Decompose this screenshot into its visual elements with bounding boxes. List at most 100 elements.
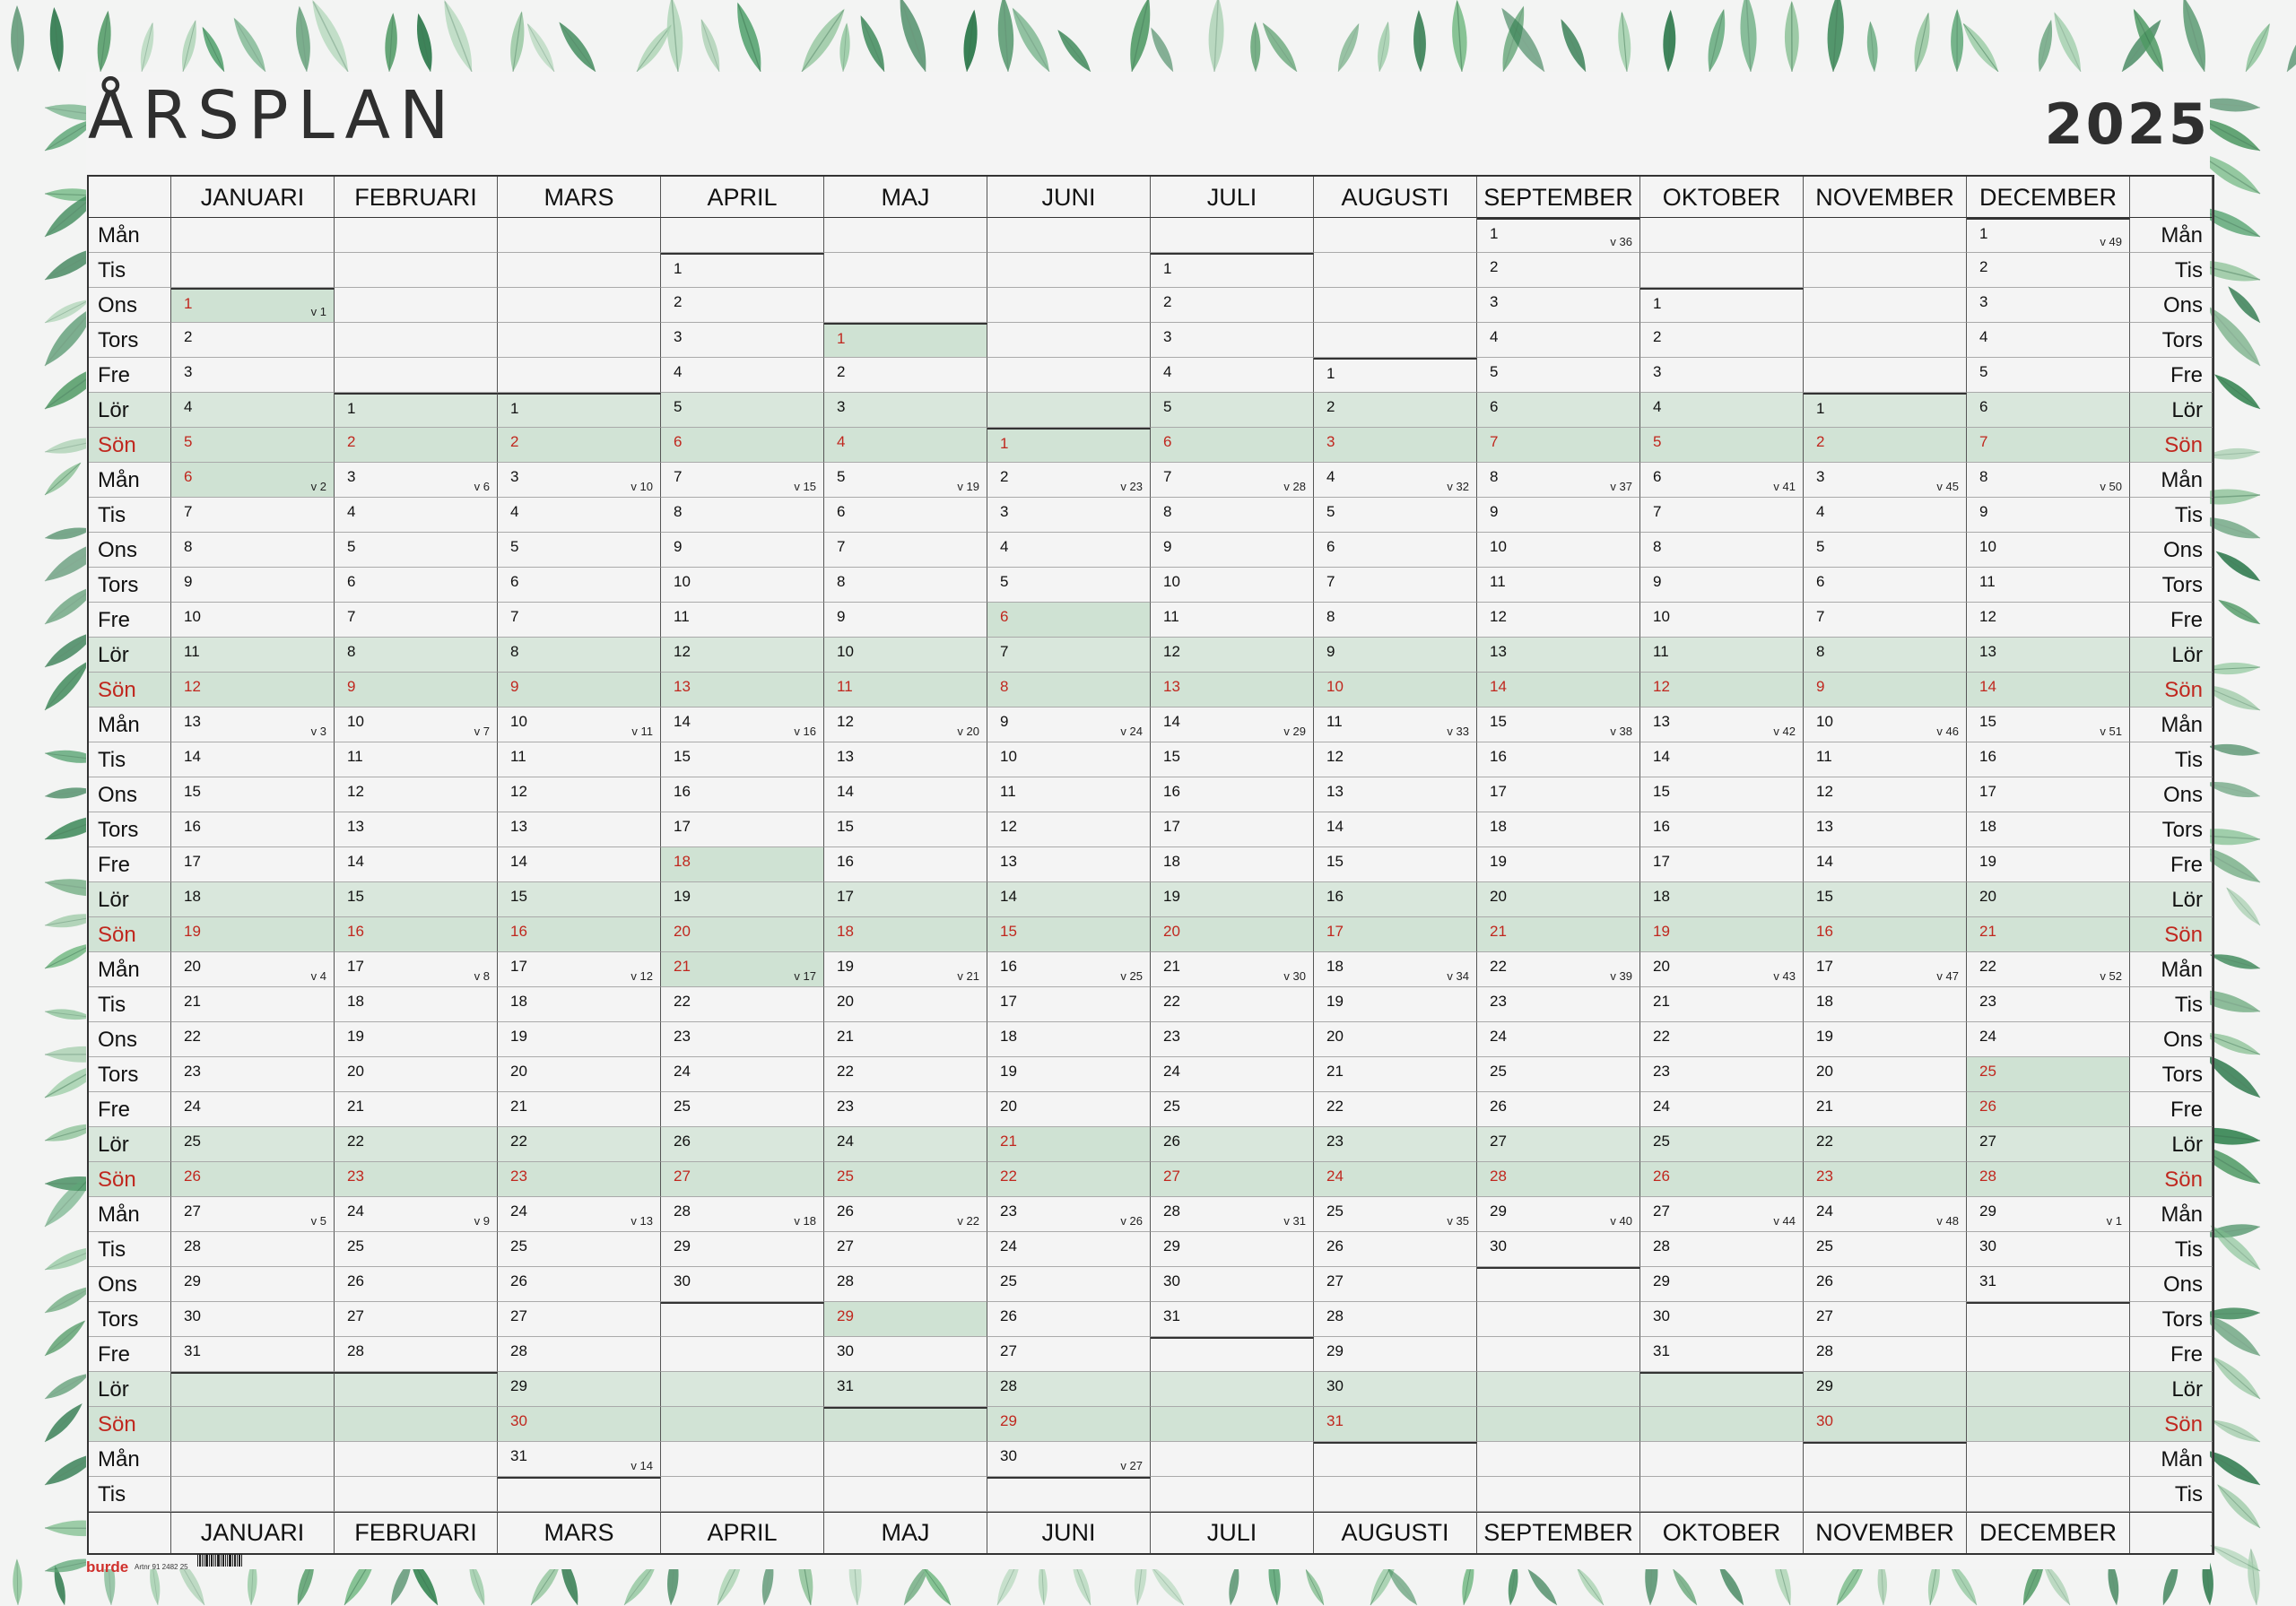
day-cell[interactable]: 3 v 10 xyxy=(498,463,661,498)
day-cell[interactable]: 13 xyxy=(1967,638,2130,673)
day-cell[interactable]: 24 xyxy=(661,1057,824,1092)
day-cell[interactable]: 14 xyxy=(1640,742,1804,777)
day-cell[interactable]: 14 v 16 xyxy=(661,708,824,742)
day-cell[interactable]: 11 xyxy=(1804,742,1967,777)
day-cell[interactable]: 15 xyxy=(1804,882,1967,917)
day-cell[interactable]: 27 xyxy=(1151,1162,1314,1197)
day-cell[interactable]: 23 v 26 xyxy=(987,1197,1151,1232)
day-cell[interactable]: 14 xyxy=(1314,812,1477,847)
day-cell[interactable]: 27 xyxy=(987,1337,1151,1372)
day-cell[interactable]: 16 xyxy=(335,917,498,952)
day-cell[interactable]: 10 xyxy=(1967,533,2130,568)
day-cell[interactable]: 18 v 34 xyxy=(1314,952,1477,987)
day-cell[interactable]: 24 xyxy=(171,1092,335,1127)
day-cell[interactable]: 20 xyxy=(1151,917,1314,952)
day-cell[interactable]: 14 xyxy=(1804,847,1967,882)
day-cell[interactable]: 22 xyxy=(1640,1022,1804,1057)
day-cell[interactable]: 11 xyxy=(824,673,987,708)
day-cell[interactable]: 13 xyxy=(661,673,824,708)
day-cell[interactable]: 6 xyxy=(1314,533,1477,568)
day-cell[interactable]: 3 v 6 xyxy=(335,463,498,498)
day-cell[interactable]: 19 xyxy=(1967,847,2130,882)
day-cell[interactable]: 28 xyxy=(1804,1337,1967,1372)
day-cell[interactable]: 25 xyxy=(1640,1127,1804,1162)
day-cell[interactable]: 25 xyxy=(498,1232,661,1267)
day-cell[interactable]: 27 xyxy=(1967,1127,2130,1162)
day-cell[interactable]: 30 xyxy=(498,1407,661,1442)
day-cell[interactable]: 3 xyxy=(1477,288,1640,323)
day-cell[interactable]: 7 xyxy=(1967,428,2130,463)
day-cell[interactable]: 19 xyxy=(498,1022,661,1057)
day-cell[interactable]: 14 xyxy=(498,847,661,882)
day-cell[interactable]: 5 xyxy=(335,533,498,568)
day-cell[interactable]: 15 xyxy=(1151,742,1314,777)
day-cell[interactable]: 20 xyxy=(824,987,987,1022)
day-cell[interactable]: 30 xyxy=(1151,1267,1314,1302)
day-cell[interactable]: 22 xyxy=(661,987,824,1022)
day-cell[interactable]: 12 xyxy=(171,673,335,708)
day-cell[interactable]: 11 xyxy=(498,742,661,777)
day-cell[interactable]: 19 xyxy=(987,1057,1151,1092)
day-cell[interactable]: 7 xyxy=(1640,498,1804,533)
day-cell[interactable]: 9 xyxy=(661,533,824,568)
day-cell[interactable]: 14 v 29 xyxy=(1151,708,1314,742)
day-cell[interactable]: 24 xyxy=(1477,1022,1640,1057)
day-cell[interactable]: 7 xyxy=(824,533,987,568)
day-cell[interactable]: 10 xyxy=(661,568,824,603)
day-cell[interactable]: 2 xyxy=(171,323,335,358)
day-cell[interactable]: 5 xyxy=(1314,498,1477,533)
day-cell[interactable]: 14 xyxy=(171,742,335,777)
day-cell[interactable]: 11 xyxy=(335,742,498,777)
day-cell[interactable]: 29 xyxy=(498,1372,661,1407)
day-cell[interactable]: 25 xyxy=(171,1127,335,1162)
day-cell[interactable]: 7 xyxy=(335,603,498,638)
day-cell[interactable]: 1 v 49 xyxy=(1967,218,2130,253)
day-cell[interactable]: 8 xyxy=(824,568,987,603)
day-cell[interactable]: 22 xyxy=(335,1127,498,1162)
day-cell[interactable]: 26 xyxy=(1477,1092,1640,1127)
day-cell[interactable]: 14 xyxy=(824,777,987,812)
day-cell[interactable]: 15 xyxy=(1640,777,1804,812)
day-cell[interactable]: 7 xyxy=(171,498,335,533)
day-cell[interactable]: 7 v 15 xyxy=(661,463,824,498)
day-cell[interactable]: 26 xyxy=(498,1267,661,1302)
day-cell[interactable]: 2 xyxy=(1967,253,2130,288)
day-cell[interactable]: 28 xyxy=(335,1337,498,1372)
day-cell[interactable]: 30 xyxy=(1314,1372,1477,1407)
day-cell[interactable]: 28 xyxy=(171,1232,335,1267)
day-cell[interactable]: 27 xyxy=(1314,1267,1477,1302)
day-cell[interactable]: 2 xyxy=(824,358,987,393)
day-cell[interactable]: 14 xyxy=(335,847,498,882)
day-cell[interactable]: 24 xyxy=(1967,1022,2130,1057)
day-cell[interactable]: 28 xyxy=(1967,1162,2130,1197)
day-cell[interactable]: 13 xyxy=(824,742,987,777)
day-cell[interactable]: 28 v 18 xyxy=(661,1197,824,1232)
day-cell[interactable]: 23 xyxy=(335,1162,498,1197)
day-cell[interactable]: 13 xyxy=(1804,812,1967,847)
day-cell[interactable]: 2 v 23 xyxy=(987,463,1151,498)
day-cell[interactable]: 13 xyxy=(1477,638,1640,673)
day-cell[interactable]: 22 xyxy=(824,1057,987,1092)
day-cell[interactable]: 8 v 50 xyxy=(1967,463,2130,498)
day-cell[interactable]: 26 xyxy=(1640,1162,1804,1197)
day-cell[interactable]: 12 xyxy=(987,812,1151,847)
day-cell[interactable]: 21 v 30 xyxy=(1151,952,1314,987)
day-cell[interactable]: 29 xyxy=(171,1267,335,1302)
day-cell[interactable]: 9 xyxy=(824,603,987,638)
day-cell[interactable]: 19 xyxy=(1151,882,1314,917)
day-cell[interactable]: 8 xyxy=(171,533,335,568)
day-cell[interactable]: 12 xyxy=(1640,673,1804,708)
day-cell[interactable]: 25 xyxy=(335,1232,498,1267)
day-cell[interactable]: 26 xyxy=(1804,1267,1967,1302)
day-cell[interactable]: 1 xyxy=(1640,288,1804,323)
day-cell[interactable]: 16 xyxy=(1967,742,2130,777)
day-cell[interactable]: 20 xyxy=(1804,1057,1967,1092)
day-cell[interactable]: 27 xyxy=(335,1302,498,1337)
day-cell[interactable]: 4 xyxy=(1967,323,2130,358)
day-cell[interactable]: 1 v 1 xyxy=(171,288,335,323)
day-cell[interactable]: 22 v 39 xyxy=(1477,952,1640,987)
day-cell[interactable]: 31 xyxy=(171,1337,335,1372)
day-cell[interactable]: 16 v 25 xyxy=(987,952,1151,987)
day-cell[interactable]: 21 xyxy=(1314,1057,1477,1092)
day-cell[interactable]: 5 xyxy=(498,533,661,568)
